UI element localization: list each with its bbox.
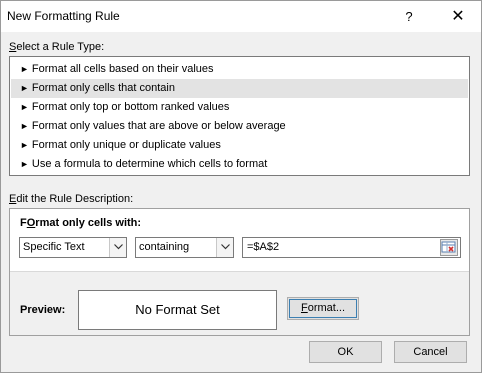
divider [10,271,469,272]
rule-description-panel: FOrmat only cells with: Specific Text co… [9,208,470,336]
format-only-cells-title: FOrmat only cells with: [20,217,142,229]
arrow-right-icon: ► [20,64,29,74]
rule-type-item-selected[interactable]: ► Format only cells that contain [11,79,468,98]
condition-type-select[interactable]: Specific Text [19,237,127,258]
value-input[interactable]: =$A$2 [242,237,461,258]
value-text: =$A$2 [247,241,280,253]
preview-box: No Format Set [78,290,277,330]
cancel-button[interactable]: Cancel [394,341,467,363]
new-formatting-rule-dialog: New Formatting Rule ? ✕ Select a Rule Ty… [0,0,482,373]
rule-type-list[interactable]: ► Format all cells based on their values … [9,56,470,176]
arrow-right-icon: ► [20,83,29,93]
operator-select[interactable]: containing [135,237,234,258]
arrow-right-icon: ► [20,121,29,131]
help-button[interactable]: ? [392,5,426,29]
close-button[interactable]: ✕ [438,5,478,29]
edit-description-label: Edit the Rule Description: [9,193,134,205]
operator-value: containing [139,241,190,253]
rule-type-label: Select a Rule Type: [9,41,105,53]
condition-type-value: Specific Text [23,241,85,253]
rule-type-item[interactable]: ► Format all cells based on their values [11,60,468,79]
rule-type-item[interactable]: ► Use a formula to determine which cells … [11,155,468,174]
condition-area: FOrmat only cells with: Specific Text co… [10,209,469,271]
arrow-right-icon: ► [20,102,29,112]
chevron-down-icon[interactable] [216,238,233,257]
arrow-right-icon: ► [20,159,29,169]
format-button[interactable]: Format... [287,297,359,320]
rule-type-item[interactable]: ► Format only values that are above or be… [11,117,468,136]
preview-label: Preview: [20,304,66,316]
ok-button[interactable]: OK [309,341,382,363]
dialog-title: New Formatting Rule [7,9,120,23]
title-bar: New Formatting Rule ? ✕ [1,1,481,32]
focus-ring [289,299,357,318]
arrow-right-icon: ► [20,140,29,150]
range-select-icon[interactable] [440,239,458,256]
rule-type-item[interactable]: ► Format only unique or duplicate values [11,136,468,155]
rule-type-item[interactable]: ► Format only top or bottom ranked values [11,98,468,117]
chevron-down-icon[interactable] [109,238,126,257]
